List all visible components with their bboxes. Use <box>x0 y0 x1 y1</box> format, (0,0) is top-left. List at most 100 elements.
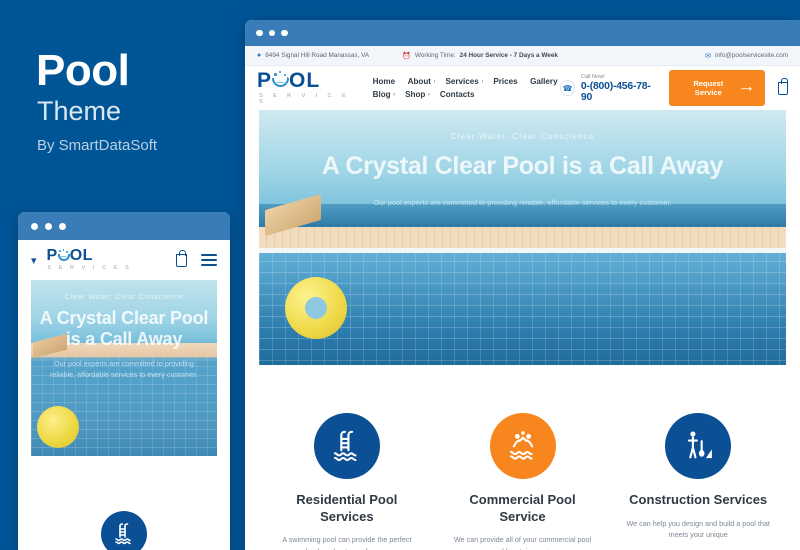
window-dot-close[interactable] <box>256 29 263 37</box>
menu-item-contacts-label: Contacts <box>439 90 475 99</box>
call-now-number: 0-(800)-456-78-90 <box>580 80 651 103</box>
mobile-titlebar <box>18 212 230 240</box>
window-dot-minimize[interactable] <box>45 222 52 230</box>
pool-ladder-icon <box>101 511 147 550</box>
service-title-commercial: Commercial Pool Service <box>469 492 576 524</box>
theme-author: By SmartDataSoft <box>37 137 158 154</box>
theme-title: Pool <box>36 46 130 95</box>
topbar-email-text: info@poolservicesite.com <box>715 52 788 59</box>
menu-item-blog-label: Blog <box>372 90 391 99</box>
request-service-label: Request Service <box>693 79 724 97</box>
hero-text-block: Clear Water, Clear Conscience A Crystal … <box>259 132 786 209</box>
menu-item-services-label: Services <box>445 77 479 86</box>
menu-item-about-label: About <box>407 77 431 86</box>
pool-construction-icon <box>665 413 732 479</box>
service-title-construction: Construction Services <box>629 492 768 507</box>
mobile-hero-heading: A Crystal Clear Pool is a Call Away <box>39 308 209 349</box>
main-menu: Home About › Services › Prices Gallery B… <box>373 77 560 99</box>
site-logo-text-left: P <box>257 69 273 93</box>
mobile-hero-paragraph: Our pool experts are committed to provid… <box>49 358 199 379</box>
mobile-service-card[interactable]: Residential <box>43 498 205 550</box>
menu-caret-icon: › <box>427 91 430 98</box>
desktop-titlebar <box>245 20 800 46</box>
menu-item-home[interactable]: Home <box>373 77 398 86</box>
hero-tagline: Clear Water, Clear Conscience <box>450 132 595 141</box>
menu-item-prices[interactable]: Prices <box>493 77 520 86</box>
phone-icon: ☎ <box>560 80 575 96</box>
menu-item-services[interactable]: Services › <box>446 77 484 86</box>
service-card-residential[interactable]: Residential Pool Services A swimming poo… <box>259 413 435 550</box>
window-dot-maximize[interactable] <box>281 29 288 37</box>
topbar-working-label: Working Time: <box>414 52 456 59</box>
location-pin-icon: ● <box>257 52 262 59</box>
topbar-address: ● 8494 Signal Hill Road Manassas, VA <box>257 52 369 59</box>
hero-banner: Clear Water, Clear Conscience A Crystal … <box>259 110 786 365</box>
topbar-working-value: 24 Hour Service - 7 Days a Week <box>459 52 558 59</box>
hero-heading: A Crystal Clear Pool is a Call Away <box>321 152 724 180</box>
mobile-hero-text: Clear Water, Clear Conscience A Crystal … <box>31 292 217 380</box>
shopping-bag-icon[interactable] <box>176 249 187 267</box>
mobile-hero-tagline: Clear Water, Clear Conscience <box>64 292 184 301</box>
theme-subtitle: Theme <box>37 96 122 126</box>
service-desc-residential: A swimming pool can provide the perfect … <box>282 535 412 550</box>
service-desc-commercial: We can provide all of your commercial po… <box>453 535 592 550</box>
menu-row-primary: Home About › Services › Prices Gallery <box>373 77 560 86</box>
mail-icon: ✉ <box>705 52 712 60</box>
mobile-mockup: ▾ P OL S E R V I C E S Clear Water, Clea… <box>18 212 230 550</box>
menu-caret-icon: › <box>433 78 436 85</box>
site-logo[interactable]: P OL S E R V I C E S <box>257 70 356 105</box>
mobile-logo[interactable]: P OL S E R V I C E S <box>47 248 132 271</box>
site-topbar: ● 8494 Signal Hill Road Manassas, VA ⏰ W… <box>245 46 800 66</box>
topbar-address-text: 8494 Signal Hill Road Manassas, VA <box>265 52 370 59</box>
service-desc-construction: We can help you design and build a pool … <box>626 518 770 540</box>
shopping-bag-icon[interactable] <box>777 77 788 95</box>
menu-item-shop-label: Shop <box>405 90 426 99</box>
services-panel: Residential Pool Services A swimming poo… <box>259 394 786 550</box>
menu-row-secondary: Blog › Shop › Contacts <box>373 90 560 99</box>
hero-float-ring <box>285 277 347 339</box>
water-splash-icon <box>57 249 71 263</box>
menu-item-contacts[interactable]: Contacts <box>440 90 477 99</box>
menu-item-gallery[interactable]: Gallery <box>530 77 560 86</box>
request-service-button[interactable]: Request Service ⟶ <box>668 70 765 106</box>
site-logo-wordmark: P OL <box>257 70 356 91</box>
mobile-logo-wordmark: P OL <box>47 248 132 264</box>
menu-caret-icon: › <box>393 91 396 98</box>
pool-ladder-icon <box>313 413 380 479</box>
mobile-nav-actions <box>176 249 217 267</box>
call-now-block[interactable]: ☎ Call Now! 0-(800)-456-78-90 <box>560 74 655 103</box>
service-title-residential: Residential Pool Services <box>296 492 398 524</box>
mobile-hero: Clear Water, Clear Conscience A Crystal … <box>31 280 217 456</box>
swimmers-icon <box>489 413 556 479</box>
hamburger-menu-icon[interactable] <box>201 254 217 266</box>
site-logo-tagline: S E R V I C E S <box>259 93 351 105</box>
menu-item-blog[interactable]: Blog › <box>373 90 395 99</box>
site-logo-text-right: OL <box>289 69 321 93</box>
desktop-mockup: ● 8494 Signal Hill Road Manassas, VA ⏰ W… <box>245 20 800 550</box>
menu-caret-icon: › <box>481 78 484 85</box>
clock-icon: ⏰ <box>402 52 411 60</box>
service-card-commercial[interactable]: Commercial Pool Service We can provide a… <box>435 413 611 550</box>
window-dot-close[interactable] <box>31 222 38 230</box>
topbar-email[interactable]: ✉ info@poolservicesite.com <box>705 52 788 60</box>
window-dot-maximize[interactable] <box>59 222 66 230</box>
mobile-logo-tagline: S E R V I C E S <box>47 265 132 272</box>
topbar-working-time: ⏰ Working Time: 24 Hour Service - 7 Days… <box>402 52 558 60</box>
mobile-navbar: ▾ P OL S E R V I C E S <box>18 240 230 280</box>
menu-item-home-label: Home <box>372 77 396 86</box>
arrow-right-icon: ⟶ <box>740 83 752 93</box>
window-dot-minimize[interactable] <box>268 29 275 37</box>
menu-item-about[interactable]: About › <box>408 77 436 86</box>
site-navbar: P OL S E R V I C E S Home About › Servic… <box>245 66 800 110</box>
mobile-hero-float-ring <box>37 406 79 448</box>
mobile-logo-text-right: OL <box>69 247 93 265</box>
call-now-label: Call Now! <box>580 73 605 80</box>
service-card-construction[interactable]: Construction Services We can help you de… <box>610 413 786 550</box>
chevron-down-icon[interactable]: ▾ <box>31 254 37 267</box>
water-splash-icon <box>271 71 290 90</box>
menu-item-gallery-label: Gallery <box>530 77 558 86</box>
menu-item-shop[interactable]: Shop › <box>405 90 430 99</box>
hero-pool-edge <box>259 247 786 253</box>
hero-paragraph: Our pool experts are committed to provid… <box>373 198 672 207</box>
menu-item-prices-label: Prices <box>493 77 518 86</box>
